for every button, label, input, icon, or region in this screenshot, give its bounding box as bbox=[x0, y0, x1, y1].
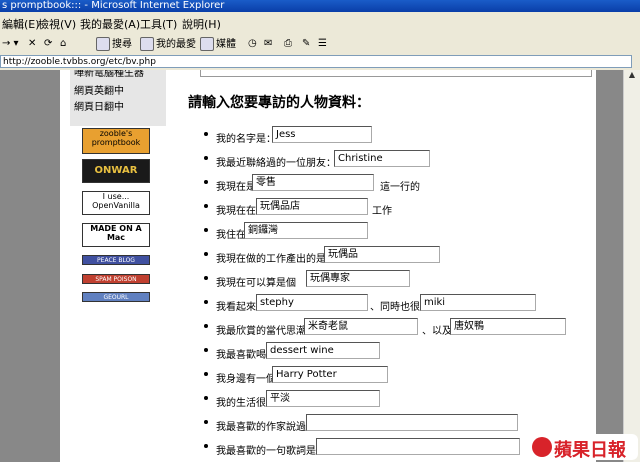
companion-field[interactable]: Harry Potter bbox=[272, 366, 388, 383]
home-icon[interactable]: ⌂ bbox=[60, 37, 66, 51]
mail-icon[interactable]: ✉ bbox=[264, 37, 272, 51]
sidebar-nav: 嘩新電腦種生器 網頁英翻中 網頁日翻中 bbox=[70, 70, 166, 126]
menu-favorites[interactable]: 我的最愛(A) bbox=[80, 16, 140, 32]
browser-viewport: 嘩新電腦種生器 網頁英翻中 網頁日翻中 zooble's promptbook … bbox=[0, 70, 640, 462]
life-field[interactable]: 平淡 bbox=[266, 390, 380, 407]
form-heading: 請輸入您要專訪的人物資料： bbox=[188, 95, 370, 111]
field-label: 我最喜歡的作家說過 bbox=[216, 422, 306, 433]
field-label-mid: 、同時也很 bbox=[370, 302, 420, 313]
sidebar-item-english[interactable]: 網頁英翻中 bbox=[74, 82, 124, 97]
edit-icon[interactable]: ✎ bbox=[302, 37, 310, 51]
window-title-bar: s promptbook::: - Microsoft Internet Exp… bbox=[0, 0, 640, 12]
discuss-icon[interactable]: ☰ bbox=[318, 37, 327, 51]
search-button[interactable]: 搜尋 bbox=[96, 37, 132, 51]
field-label: 我看起來 bbox=[216, 302, 256, 313]
field-label: 我住在 bbox=[216, 230, 246, 241]
address-bar: http://zooble.tvbbs.org/etc/bv.php bbox=[0, 54, 640, 71]
author-quote-field[interactable] bbox=[306, 414, 518, 431]
bullet bbox=[204, 324, 208, 328]
field-label: 我現在做的工作產出的是 bbox=[216, 254, 326, 265]
thought-field-2[interactable]: 唐奴鴨 bbox=[450, 318, 566, 335]
bullet bbox=[204, 300, 208, 304]
bullet bbox=[204, 396, 208, 400]
field-label: 我最喜歡的一句歌詞是 bbox=[216, 446, 316, 457]
forward-arrow-icon[interactable]: → ▾ bbox=[2, 37, 19, 51]
web-page: 嘩新電腦種生器 網頁英翻中 網頁日翻中 zooble's promptbook … bbox=[60, 70, 596, 462]
field-label: 我現在在 bbox=[216, 206, 256, 217]
field-label: 我現在可以算是個 bbox=[216, 278, 296, 289]
menu-tools[interactable]: 工具(T) bbox=[140, 16, 177, 32]
top-input-box[interactable] bbox=[200, 70, 592, 77]
bullet bbox=[204, 180, 208, 184]
drink-field[interactable]: dessert wine bbox=[266, 342, 380, 359]
sidebar-item-japanese[interactable]: 網頁日翻中 bbox=[74, 98, 124, 113]
bullet bbox=[204, 204, 208, 208]
bullet bbox=[204, 228, 208, 232]
apple-daily-logo: 蘋果日報 bbox=[530, 434, 638, 461]
search-icon bbox=[96, 37, 110, 51]
favorites-icon bbox=[140, 37, 154, 51]
workplace-field[interactable]: 玩偶品店 bbox=[256, 198, 368, 215]
window-title: s promptbook::: - Microsoft Internet Exp… bbox=[2, 0, 225, 11]
field-label-suffix: 工作 bbox=[372, 206, 392, 217]
badge-promptbook[interactable]: zooble's promptbook bbox=[82, 128, 150, 154]
field-label: 我最欣賞的當代思潮 bbox=[216, 326, 306, 337]
logo-text: 蘋果日報 bbox=[554, 440, 626, 461]
vertical-scrollbar[interactable]: ▲ bbox=[623, 70, 640, 462]
history-icon[interactable]: ◷ bbox=[248, 37, 257, 51]
badge-made-on-mac[interactable]: MADE ON A Mac bbox=[82, 223, 150, 247]
field-label: 我最近聯絡過的一位朋友： bbox=[216, 158, 336, 169]
address-input[interactable]: http://zooble.tvbbs.org/etc/bv.php bbox=[0, 55, 632, 68]
field-label: 我的名字是： bbox=[216, 134, 276, 145]
field-label: 我最喜歡喝 bbox=[216, 350, 266, 361]
field-label: 我身邊有一個 bbox=[216, 374, 276, 385]
menu-edit[interactable]: 編輯(E) bbox=[2, 16, 40, 32]
badge-geourl[interactable]: GEOURL bbox=[82, 292, 150, 302]
bullet bbox=[204, 372, 208, 376]
bullet bbox=[204, 252, 208, 256]
field-label-mid: 、以及 bbox=[422, 326, 452, 337]
badge-peace-blog[interactable]: PEACE BLOG bbox=[82, 255, 150, 265]
refresh-icon[interactable]: ⟳ bbox=[44, 37, 52, 51]
toolbar: → ▾ ✕ ⟳ ⌂ 搜尋 我的最愛 媒體 ◷ ✉ ⎙ ✎ ☰ bbox=[0, 34, 640, 55]
menu-bar: 編輯(E) 檢視(V) 我的最愛(A) 工具(T) 說明(H) bbox=[0, 12, 640, 35]
lyric-field[interactable] bbox=[316, 438, 520, 455]
name-field[interactable]: Jess bbox=[272, 126, 372, 143]
apple-icon bbox=[532, 437, 552, 457]
field-label-suffix: 這一行的 bbox=[380, 182, 420, 193]
scroll-up-icon[interactable]: ▲ bbox=[626, 70, 638, 82]
print-icon[interactable]: ⎙ bbox=[284, 37, 292, 51]
bullet bbox=[204, 276, 208, 280]
media-button[interactable]: 媒體 bbox=[200, 37, 236, 51]
bullet bbox=[204, 444, 208, 448]
media-icon bbox=[200, 37, 214, 51]
thought-field-1[interactable]: 米奇老鼠 bbox=[304, 318, 418, 335]
favorites-button[interactable]: 我的最愛 bbox=[140, 37, 196, 51]
field-label: 我的生活很 bbox=[216, 398, 266, 409]
bullet bbox=[204, 156, 208, 160]
occupation-field[interactable]: 零售 bbox=[252, 174, 374, 191]
expertise-field[interactable]: 玩偶專家 bbox=[306, 270, 410, 287]
bullet bbox=[204, 132, 208, 136]
stop-icon[interactable]: ✕ bbox=[28, 37, 36, 51]
badge-spam-poison[interactable]: SPAM POISON bbox=[82, 274, 150, 284]
bullet bbox=[204, 348, 208, 352]
appearance-field-2[interactable]: miki bbox=[420, 294, 536, 311]
output-field[interactable]: 玩偶品 bbox=[324, 246, 440, 263]
menu-view[interactable]: 檢視(V) bbox=[38, 16, 76, 32]
appearance-field-1[interactable]: stephy bbox=[256, 294, 368, 311]
bullet bbox=[204, 420, 208, 424]
badge-onwar[interactable]: ONWAR bbox=[82, 159, 150, 183]
residence-field[interactable]: 銅鑼灣 bbox=[244, 222, 368, 239]
sidebar-item-generator[interactable]: 嘩新電腦種生器 bbox=[74, 70, 144, 79]
friend-field[interactable]: Christine bbox=[334, 150, 430, 167]
badge-openvanilla[interactable]: I use... OpenVanilla bbox=[82, 191, 150, 215]
menu-help[interactable]: 說明(H) bbox=[182, 16, 221, 32]
